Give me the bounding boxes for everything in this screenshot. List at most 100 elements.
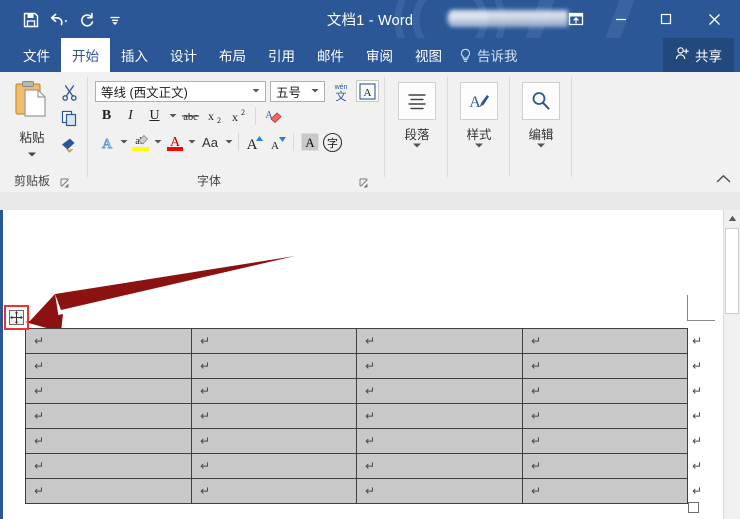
tab-home[interactable]: 开始: [61, 38, 110, 72]
tab-insert[interactable]: 插入: [110, 38, 159, 72]
ribbon-group-styles[interactable]: A 样式: [448, 72, 510, 192]
redo-icon[interactable]: [74, 8, 100, 32]
table-cell[interactable]: ↵: [25, 453, 192, 479]
document-area[interactable]: ↵ ↵ ↵ ↵ ↵ ↵ ↵ ↵ ↵ ↵ ↵ ↵ ↵ ↵ ↵ ↵ ↵ ↵ ↵ ↵ …: [0, 210, 740, 519]
table-cell[interactable]: ↵: [25, 403, 192, 429]
save-icon[interactable]: [18, 8, 44, 32]
font-dialog-launcher[interactable]: [359, 176, 371, 188]
table-cell[interactable]: ↵: [356, 403, 523, 429]
strikethrough-button[interactable]: abc: [179, 105, 202, 127]
paste-button[interactable]: 粘贴: [6, 80, 58, 163]
copy-icon[interactable]: [58, 108, 80, 128]
highlight-chevron-down-icon[interactable]: [152, 132, 163, 152]
table-cell[interactable]: ↵: [356, 378, 523, 404]
font-color-button[interactable]: A: [163, 131, 186, 153]
italic-button[interactable]: I: [119, 105, 142, 127]
font-size-combo[interactable]: 五号: [270, 80, 325, 102]
quick-access-toolbar[interactable]: [18, 8, 128, 32]
find-icon[interactable]: [522, 82, 560, 120]
document-page[interactable]: ↵ ↵ ↵ ↵ ↵ ↵ ↵ ↵ ↵ ↵ ↵ ↵ ↵ ↵ ↵ ↵ ↵ ↵ ↵ ↵ …: [3, 210, 719, 519]
table-cell[interactable]: ↵: [356, 453, 523, 479]
tab-layout[interactable]: 布局: [208, 38, 257, 72]
text-effects-button[interactable]: A: [95, 131, 118, 153]
styles-icon[interactable]: A: [460, 82, 498, 120]
tab-view[interactable]: 视图: [404, 38, 453, 72]
font-color-chevron-down-icon[interactable]: [186, 132, 197, 152]
phonetic-guide-icon[interactable]: wén 文: [329, 80, 352, 102]
table-row[interactable]: ↵ ↵ ↵ ↵: [25, 428, 688, 454]
maximize-icon[interactable]: [643, 0, 688, 38]
table-cell[interactable]: ↵: [356, 328, 523, 354]
collapse-ribbon-button[interactable]: [716, 172, 732, 188]
table-cell[interactable]: ↵: [25, 478, 192, 504]
table-cell[interactable]: ↵: [356, 428, 523, 454]
character-shading-button[interactable]: A: [298, 131, 321, 153]
table-cell[interactable]: ↵: [191, 328, 357, 354]
scrollbar-track[interactable]: [724, 314, 740, 519]
table-cell[interactable]: ↵: [191, 403, 357, 429]
table-cell[interactable]: ↵: [522, 353, 688, 379]
clipboard-dialog-launcher[interactable]: [60, 176, 72, 188]
customize-quick-access-icon[interactable]: [102, 8, 128, 32]
ribbon-group-editing[interactable]: 编辑: [510, 72, 572, 192]
subscript-button[interactable]: x 2: [203, 105, 226, 127]
grow-font-button[interactable]: A: [243, 131, 266, 153]
table-row[interactable]: ↵ ↵ ↵ ↵: [25, 453, 688, 479]
table-row[interactable]: ↵ ↵ ↵ ↵: [25, 328, 688, 354]
superscript-button[interactable]: x 2: [227, 105, 250, 127]
paragraph-icon[interactable]: [398, 82, 436, 120]
underline-button[interactable]: U: [143, 105, 166, 127]
tab-review[interactable]: 审阅: [355, 38, 404, 72]
underline-chevron-down-icon[interactable]: [167, 106, 178, 126]
chevron-down-icon[interactable]: [448, 142, 510, 149]
table-row[interactable]: ↵ ↵ ↵ ↵: [25, 353, 688, 379]
table-cell[interactable]: ↵: [191, 478, 357, 504]
table-row[interactable]: ↵ ↵ ↵ ↵: [25, 478, 688, 504]
chevron-down-icon[interactable]: [309, 88, 321, 94]
ruler[interactable]: [0, 192, 740, 211]
change-case-chevron-down-icon[interactable]: [223, 132, 234, 152]
table-cell[interactable]: ↵: [191, 428, 357, 454]
chevron-down-icon[interactable]: [386, 142, 448, 149]
document-table[interactable]: ↵ ↵ ↵ ↵ ↵ ↵ ↵ ↵ ↵ ↵ ↵ ↵ ↵ ↵ ↵ ↵ ↵ ↵ ↵ ↵ …: [25, 328, 688, 504]
ribbon-display-options-icon[interactable]: [553, 0, 598, 38]
tab-references[interactable]: 引用: [257, 38, 306, 72]
table-cell[interactable]: ↵: [356, 353, 523, 379]
table-cell[interactable]: ↵: [25, 378, 192, 404]
table-cell[interactable]: ↵: [522, 478, 688, 504]
bold-button[interactable]: B: [95, 105, 118, 127]
vertical-scrollbar[interactable]: [723, 210, 740, 519]
table-cell[interactable]: ↵: [191, 453, 357, 479]
chevron-down-icon[interactable]: [510, 142, 572, 149]
cut-icon[interactable]: [58, 82, 80, 102]
table-row[interactable]: ↵ ↵ ↵ ↵: [25, 378, 688, 404]
minimize-icon[interactable]: [598, 0, 643, 38]
tab-file[interactable]: 文件: [12, 38, 61, 72]
table-cell[interactable]: ↵: [522, 453, 688, 479]
scrollbar-thumb[interactable]: [725, 228, 739, 314]
table-cell[interactable]: ↵: [191, 378, 357, 404]
table-cell[interactable]: ↵: [522, 328, 688, 354]
table-cell[interactable]: ↵: [522, 378, 688, 404]
table-cell[interactable]: ↵: [25, 328, 192, 354]
share-button[interactable]: 共享: [663, 38, 734, 72]
enclose-characters-button[interactable]: 字: [321, 131, 344, 153]
table-cell[interactable]: ↵: [25, 428, 192, 454]
document-table-wrapper[interactable]: ↵ ↵ ↵ ↵ ↵ ↵ ↵ ↵ ↵ ↵ ↵ ↵ ↵ ↵ ↵ ↵ ↵ ↵ ↵ ↵ …: [25, 328, 688, 504]
shrink-font-button[interactable]: A: [266, 131, 289, 153]
close-icon[interactable]: [688, 0, 740, 38]
format-painter-icon[interactable]: [58, 134, 80, 154]
chevron-down-icon[interactable]: [27, 145, 37, 163]
text-effects-chevron-down-icon[interactable]: [118, 132, 129, 152]
ribbon-group-paragraph[interactable]: 段落: [386, 72, 448, 192]
font-name-combo[interactable]: 等线 (西文正文): [95, 80, 266, 102]
table-cell[interactable]: ↵: [522, 403, 688, 429]
table-cell[interactable]: ↵: [191, 353, 357, 379]
undo-icon[interactable]: [46, 8, 72, 32]
tell-me-box[interactable]: 告诉我: [453, 38, 529, 72]
tab-design[interactable]: 设计: [159, 38, 208, 72]
change-case-button[interactable]: Aa: [197, 131, 223, 153]
tab-mailings[interactable]: 邮件: [306, 38, 355, 72]
table-cell[interactable]: ↵: [356, 478, 523, 504]
window-controls[interactable]: [553, 0, 740, 38]
